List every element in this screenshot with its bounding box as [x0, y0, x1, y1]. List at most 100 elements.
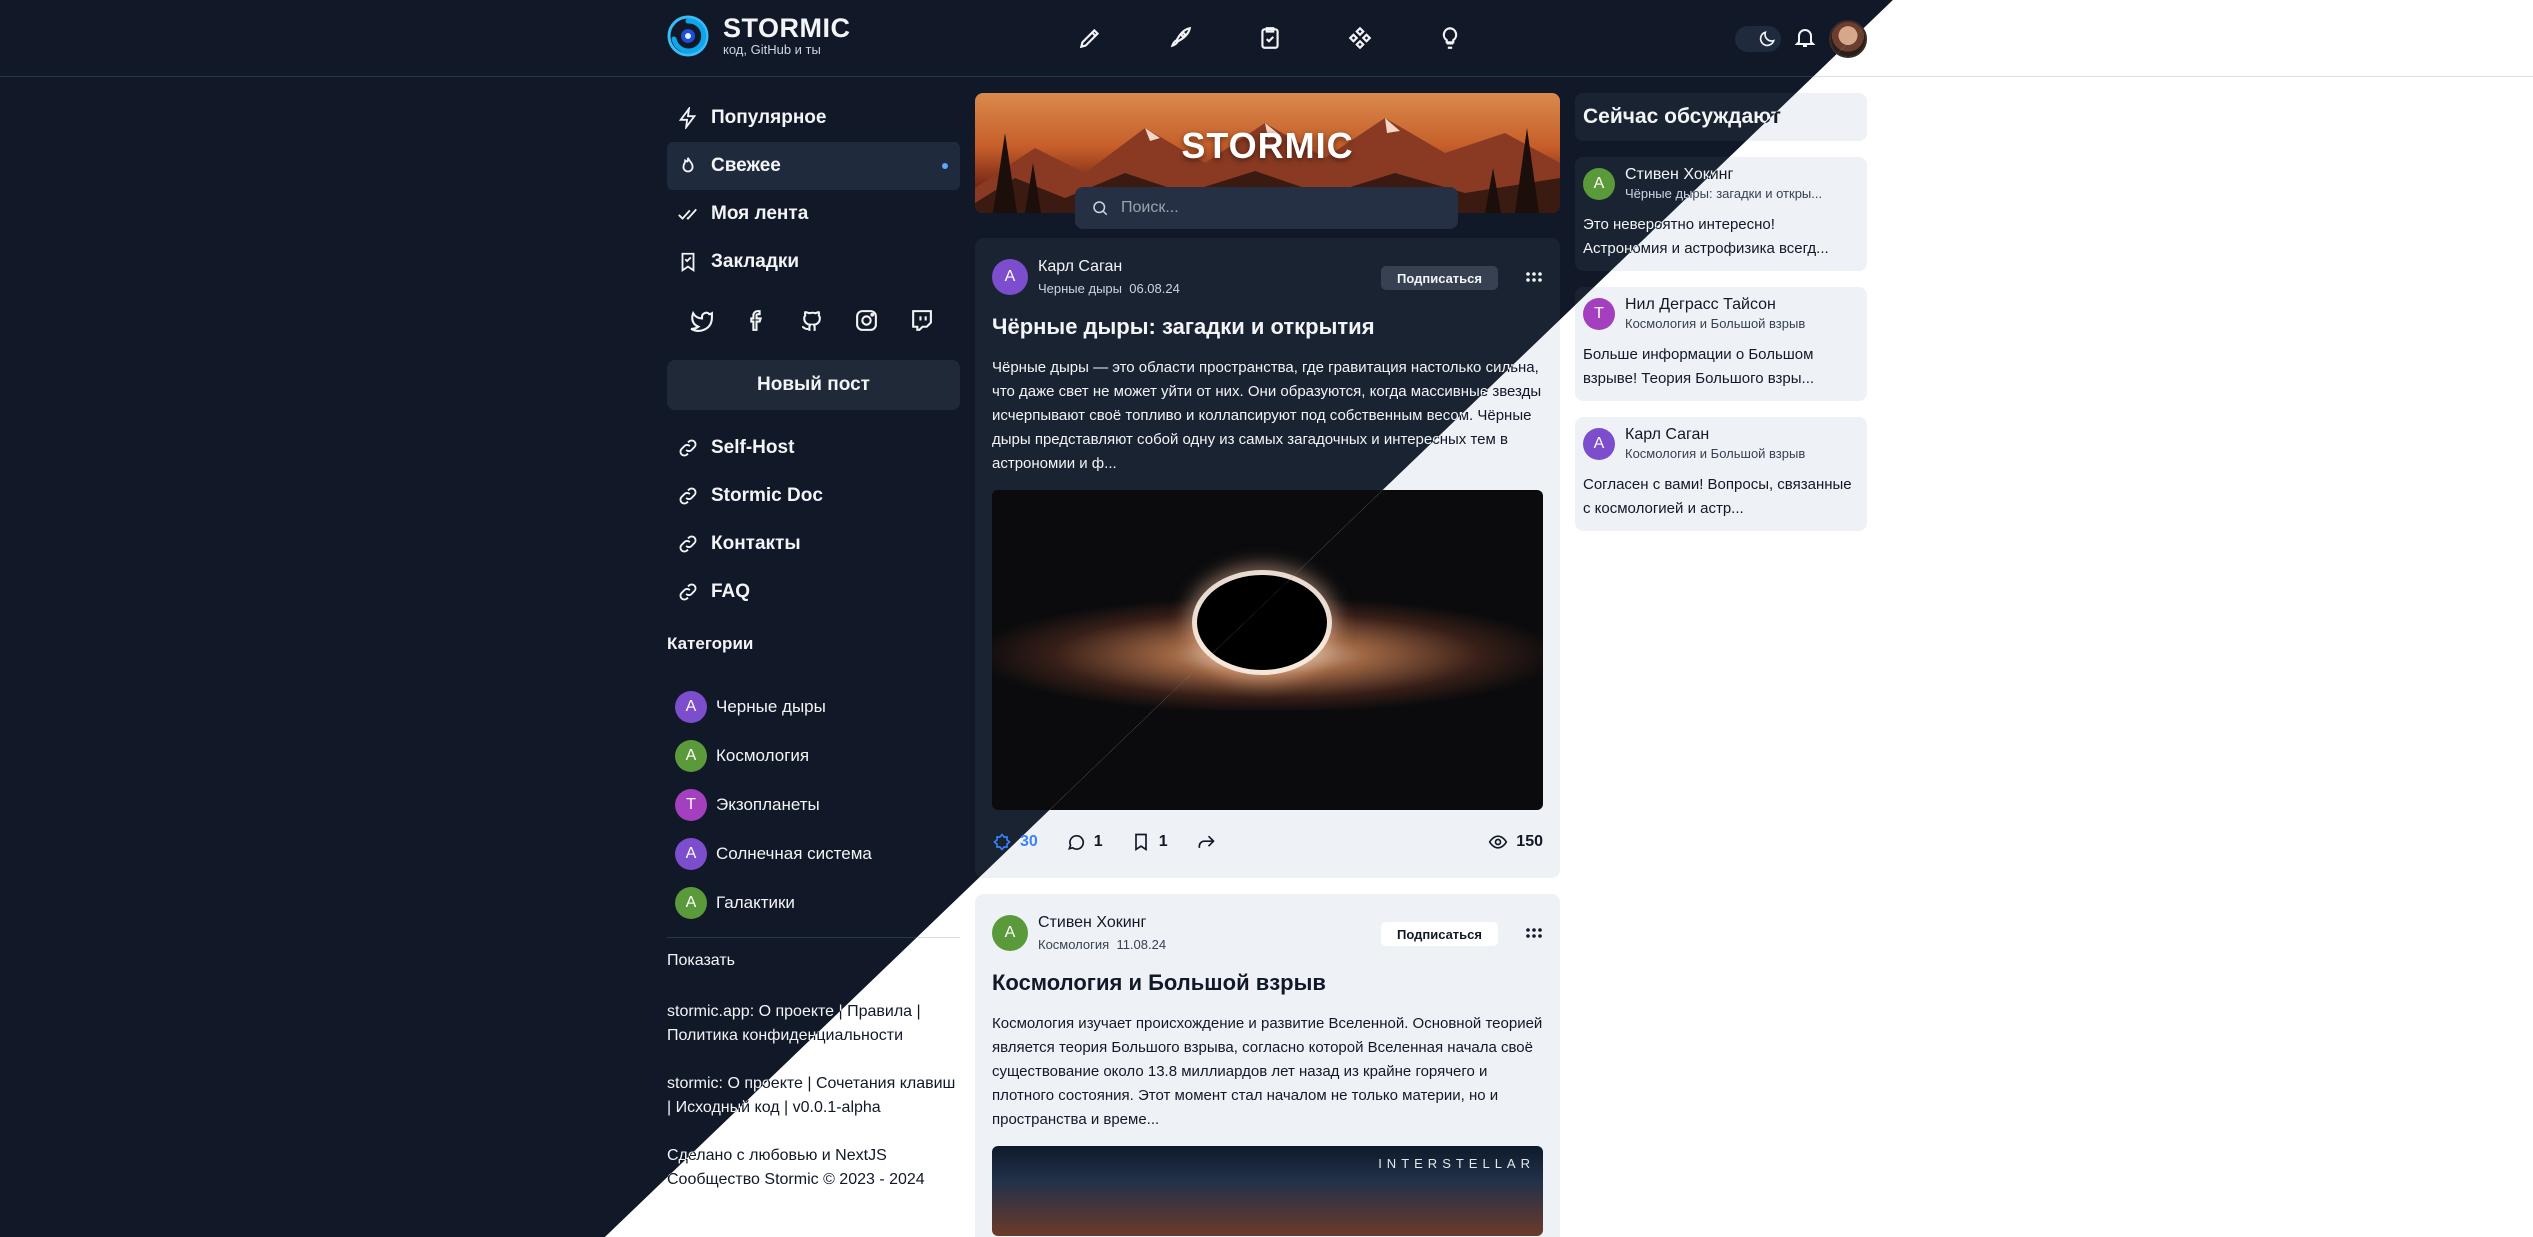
commenter-name[interactable]: Нил Деграсс Тайсон: [1625, 295, 1805, 315]
rocket-icon[interactable]: [1162, 20, 1198, 56]
comment-text: Согласен с вами! Вопросы, связанные с ко…: [1583, 476, 1852, 517]
post-category[interactable]: Черные дыры: [1038, 281, 1122, 296]
search-placeholder: Поиск...: [1121, 199, 1179, 216]
post-author[interactable]: Стивен Хокинг: [1038, 913, 1166, 933]
category-label: Галактики: [716, 892, 795, 912]
post-author[interactable]: Карл Саган: [1038, 257, 1180, 277]
checklist-icon[interactable]: [1252, 20, 1288, 56]
theme-toggle[interactable]: [1735, 26, 1781, 52]
link-label: Stormic Doc: [711, 485, 823, 506]
commenter-avatar[interactable]: A: [1583, 428, 1615, 460]
menu-item-label: Популярное: [711, 107, 827, 128]
menu-item-label: Моя лента: [711, 203, 809, 224]
views-count: 150: [1516, 833, 1543, 850]
instagram-icon[interactable]: [854, 308, 879, 333]
github-icon[interactable]: [799, 308, 824, 333]
link-icon: [679, 439, 697, 457]
image-caption: INTERSTELLAR: [1378, 1156, 1535, 1171]
new-post-button[interactable]: Новый пост: [667, 360, 960, 410]
brand-logo[interactable]: STORMIC код, GitHub и ты: [667, 14, 851, 57]
comment-icon: [1067, 834, 1084, 850]
commented-post[interactable]: Космология и Большой взрыв: [1625, 315, 1805, 333]
link-label: Self-Host: [711, 437, 795, 458]
lightbulb-icon[interactable]: [1432, 20, 1468, 56]
top-nav: [1072, 20, 1468, 56]
comment-button[interactable]: 1: [1066, 832, 1103, 852]
category-item[interactable]: A Галактики: [667, 878, 960, 927]
banner-title: STORMIC: [1181, 125, 1354, 166]
post-category[interactable]: Космология: [1038, 937, 1109, 952]
search-input[interactable]: Поиск...: [1075, 187, 1458, 229]
facebook-icon[interactable]: [744, 308, 769, 333]
post-card[interactable]: A Стивен Хокинг Космология 11.08.24 Подп…: [975, 894, 1560, 1237]
link-self-host[interactable]: Self-Host: [667, 424, 960, 472]
categories-list: A Черные дыры A Космология T Экзопланеты…: [667, 682, 960, 927]
brand-title: STORMIC: [723, 13, 851, 43]
discussion-item-header: T Нил Деграсс Тайсон Космология и Большо…: [1583, 295, 1859, 333]
footer-made-with: Сделано с любовью и NextJS: [667, 1147, 887, 1164]
bookmark-icon: [1134, 833, 1147, 852]
commenter-name[interactable]: Карл Саган: [1625, 425, 1805, 445]
bookmark-button[interactable]: 1: [1131, 832, 1168, 852]
discussion-item[interactable]: A Карл Саган Космология и Большой взрыв …: [1575, 417, 1867, 531]
menu-item-bookmarks[interactable]: Закладки: [667, 238, 960, 286]
eye-icon: [1489, 835, 1508, 849]
menu-item-popular[interactable]: Популярное: [667, 94, 960, 142]
twitch-icon[interactable]: [909, 308, 934, 333]
menu-item-fresh[interactable]: Свежее: [667, 142, 960, 190]
post-title[interactable]: Космология и Большой взрыв: [992, 968, 1543, 998]
comment-text: Больше информации о Большом взрыве! Теор…: [1583, 346, 1815, 387]
grid-icon[interactable]: [1342, 20, 1378, 56]
discussion-item-header: A Карл Саган Космология и Большой взрыв: [1583, 425, 1859, 463]
lightning-icon: [678, 107, 697, 129]
commented-post[interactable]: Космология и Большой взрыв: [1625, 445, 1805, 463]
category-label: Черные дыры: [716, 696, 826, 716]
post-excerpt: Космология изучает происхождение и разви…: [992, 1015, 1543, 1128]
category-avatar: A: [675, 690, 707, 723]
category-avatar: A: [675, 739, 707, 772]
link-label: Контакты: [711, 533, 801, 554]
menu-item-label: Закладки: [711, 251, 800, 272]
bell-icon[interactable]: [1793, 25, 1817, 54]
category-avatar: A: [675, 837, 707, 870]
subscribe-button[interactable]: Подписаться: [1380, 922, 1498, 946]
commenter-avatar[interactable]: A: [1583, 168, 1615, 200]
subscribe-button[interactable]: Подписаться: [1380, 266, 1498, 290]
category-item[interactable]: A Космология: [667, 731, 960, 780]
share-button[interactable]: [1196, 832, 1216, 852]
search-icon: [1093, 201, 1108, 216]
link-faq[interactable]: FAQ: [667, 568, 960, 616]
stormic-logo-icon: [667, 15, 709, 56]
category-avatar: A: [675, 886, 707, 919]
main-menu: Популярное Свежее Моя лента Закладки: [667, 94, 960, 286]
bookmark-count: 1: [1158, 833, 1168, 850]
category-label: Космология: [716, 745, 810, 765]
commenter-avatar[interactable]: T: [1583, 298, 1615, 330]
link-stormic-doc[interactable]: Stormic Doc: [667, 472, 960, 520]
category-avatar: T: [675, 788, 707, 821]
share-icon: [1198, 835, 1215, 848]
brand-subtitle: код, GitHub и ты: [723, 42, 821, 57]
author-avatar[interactable]: A: [992, 259, 1028, 295]
discussion-item[interactable]: T Нил Деграсс Тайсон Космология и Большо…: [1575, 287, 1867, 401]
double-check-icon: [678, 208, 697, 220]
moon-icon: [1759, 31, 1775, 47]
category-item[interactable]: T Экзопланеты: [667, 780, 960, 829]
footer-copyright: Сообщество Stormic © 2023 - 2024: [667, 1171, 925, 1188]
more-options-icon[interactable]: [1525, 268, 1543, 286]
category-item[interactable]: A Солнечная система: [667, 829, 960, 878]
pencil-icon[interactable]: [1072, 20, 1108, 56]
category-item[interactable]: A Черные дыры: [667, 682, 960, 731]
post-header: A Стивен Хокинг Космология 11.08.24 Подп…: [992, 912, 1543, 954]
category-label: Солнечная система: [716, 843, 872, 863]
more-options-icon[interactable]: [1525, 924, 1543, 942]
link-contacts[interactable]: Контакты: [667, 520, 960, 568]
twitter-icon[interactable]: [689, 308, 714, 333]
menu-item-my-feed[interactable]: Моя лента: [667, 190, 960, 238]
link-icon: [679, 583, 697, 601]
post-meta: Космология 11.08.24: [1038, 936, 1166, 954]
post-image-interstellar[interactable]: INTERSTELLAR: [992, 1146, 1543, 1236]
author-avatar[interactable]: A: [992, 915, 1028, 951]
post-header: A Карл Саган Черные дыры 06.08.24 Подпис…: [992, 256, 1543, 298]
post-title[interactable]: Чёрные дыры: загадки и открытия: [992, 312, 1543, 342]
